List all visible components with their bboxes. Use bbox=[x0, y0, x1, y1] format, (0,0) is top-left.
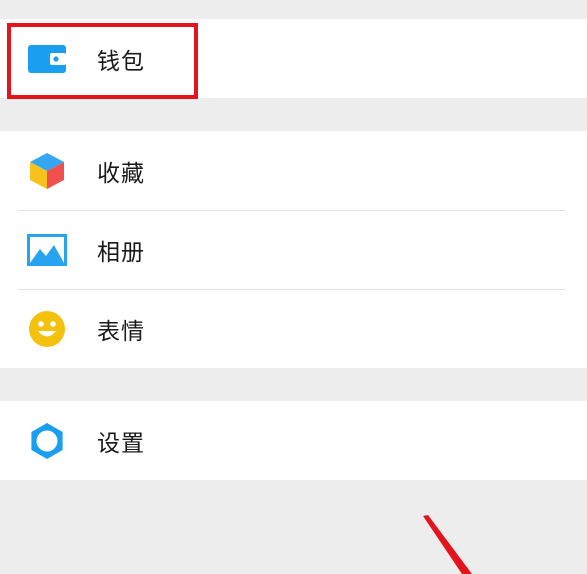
arrow-annotation bbox=[423, 515, 472, 574]
